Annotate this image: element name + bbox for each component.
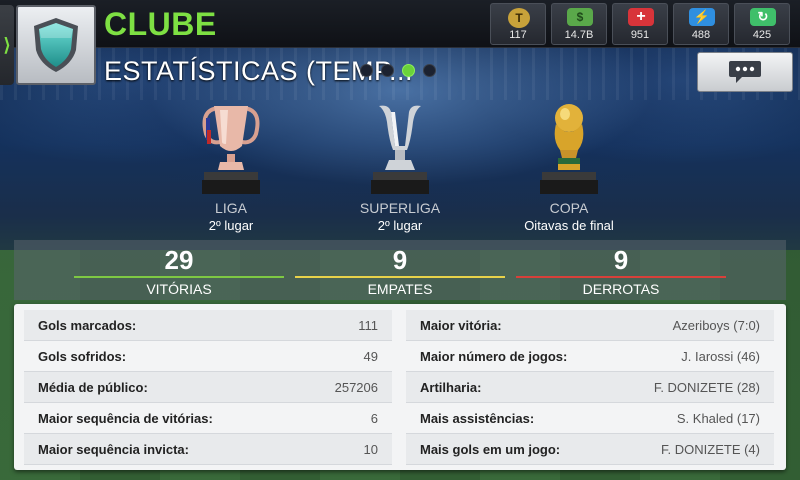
resource-value: 488 — [691, 29, 711, 41]
trophy-cup[interactable]: COPA Oitavas de final — [499, 96, 639, 233]
trophy-place: 2º lugar — [377, 218, 423, 233]
resource-value: 117 — [509, 29, 527, 41]
page-dot[interactable] — [423, 64, 436, 77]
cup-trophy-icon — [540, 104, 598, 194]
health-icon: + — [628, 8, 654, 26]
stats-left-column: Gols marcados: 111 Gols sofridos: 49 Méd… — [24, 310, 392, 465]
superleague-trophy-icon — [371, 105, 429, 194]
stat-row: Gols sofridos: 49 — [24, 341, 392, 372]
stat-row: Maior sequência invicta: 10 — [24, 434, 392, 465]
stat-value: 10 — [363, 441, 378, 457]
stat-value: J. Iarossi (46) — [681, 348, 760, 364]
stat-row: Mais assistências: S. Khaled (17) — [406, 403, 774, 434]
stat-label: Maior sequência invicta: — [38, 441, 189, 457]
stat-row: Maior número de jogos: J. Iarossi (46) — [406, 341, 774, 372]
stat-label: Maior número de jogos: — [420, 348, 568, 364]
cash-icon: $ — [567, 8, 593, 26]
trophy-name: COPA — [549, 200, 589, 216]
wins-divider — [74, 276, 284, 278]
wins-label: VITÓRIAS — [146, 281, 212, 297]
wins-count: 29 — [164, 245, 194, 275]
stat-label: Gols marcados: — [38, 317, 137, 333]
draws-summary: 9 EMPATES — [295, 240, 505, 297]
trophy-superleague[interactable]: SUPERLIGA 2º lugar — [330, 96, 470, 233]
league-trophy-icon — [202, 106, 260, 194]
resource-training[interactable]: ↻ 425 — [734, 3, 790, 45]
trophy-name: LIGA — [215, 200, 247, 216]
stat-row: Mais gols em um jogo: F. DONIZETE (4) — [406, 434, 774, 465]
draws-label: EMPATES — [367, 281, 433, 297]
trophy-name: SUPERLIGA — [359, 200, 441, 216]
draws-divider — [295, 276, 505, 278]
stat-label: Maior sequência de vitórias: — [38, 410, 213, 426]
page-indicator — [360, 64, 436, 77]
stat-value: F. DONIZETE (4) — [661, 441, 760, 457]
trophy-league[interactable]: LIGA 2º lugar — [161, 96, 301, 233]
resource-value: 951 — [630, 29, 650, 41]
stat-label: Artilharia: — [420, 379, 482, 395]
resource-cash[interactable]: $ 14.7B — [551, 3, 607, 45]
losses-summary: 9 DERROTAS — [516, 240, 726, 297]
shield-icon — [34, 18, 78, 72]
resource-health[interactable]: + 951 — [612, 3, 668, 45]
stat-label: Mais assistências: — [420, 410, 535, 426]
resource-energy[interactable]: ⚡ 488 — [673, 3, 729, 45]
chevron-right-icon: ⟩ — [3, 34, 11, 55]
stat-value: S. Khaled (17) — [676, 410, 760, 426]
resource-tokens[interactable]: T 117 — [490, 3, 546, 45]
stats-right-column: Maior vitória: Azeriboys (7:0) Maior núm… — [406, 310, 774, 465]
draws-count: 9 — [392, 245, 408, 275]
page-dot[interactable] — [381, 64, 394, 77]
stat-row: Maior vitória: Azeriboys (7:0) — [406, 310, 774, 341]
token-icon: T — [508, 8, 530, 28]
chat-bubble-icon — [729, 61, 761, 83]
stat-row: Gols marcados: 111 — [24, 310, 392, 341]
page-dot[interactable] — [360, 64, 373, 77]
stats-panel: Gols marcados: 111 Gols sofridos: 49 Méd… — [14, 304, 786, 470]
page-dot-active[interactable] — [402, 64, 415, 77]
wins-summary: 29 VITÓRIAS — [74, 240, 284, 297]
stat-label: Média de público: — [38, 379, 148, 395]
trophy-place: Oitavas de final — [524, 218, 614, 233]
page-title: CLUBE — [104, 6, 217, 42]
stat-label: Mais gols em um jogo: — [420, 441, 561, 457]
losses-count: 9 — [613, 245, 629, 275]
stat-value: 6 — [370, 410, 378, 426]
energy-icon: ⚡ — [689, 8, 715, 26]
stat-value: 111 — [358, 317, 378, 333]
trophy-place: 2º lugar — [208, 218, 254, 233]
stat-value: F. DONIZETE (28) — [653, 379, 760, 395]
stat-row: Média de público: 257206 — [24, 372, 392, 403]
stat-label: Gols sofridos: — [38, 348, 127, 364]
stat-row: Artilharia: F. DONIZETE (28) — [406, 372, 774, 403]
chat-button[interactable] — [697, 52, 793, 92]
stat-row: Maior sequência de vitórias: 6 — [24, 403, 392, 434]
club-badge[interactable] — [16, 5, 96, 85]
training-icon: ↻ — [750, 8, 776, 26]
menu-toggle-tab[interactable]: ⟩ — [0, 5, 14, 85]
results-summary: 29 VITÓRIAS 9 EMPATES 9 DERROTAS — [14, 240, 786, 300]
stat-value: 257206 — [334, 379, 378, 395]
resource-value: 425 — [752, 29, 772, 41]
losses-label: DERROTAS — [582, 281, 660, 297]
stat-value: 49 — [363, 348, 378, 364]
resource-value: 14.7B — [564, 29, 594, 41]
stat-label: Maior vitória: — [420, 317, 502, 333]
losses-divider — [516, 276, 726, 278]
stat-value: Azeriboys (7:0) — [672, 317, 760, 333]
